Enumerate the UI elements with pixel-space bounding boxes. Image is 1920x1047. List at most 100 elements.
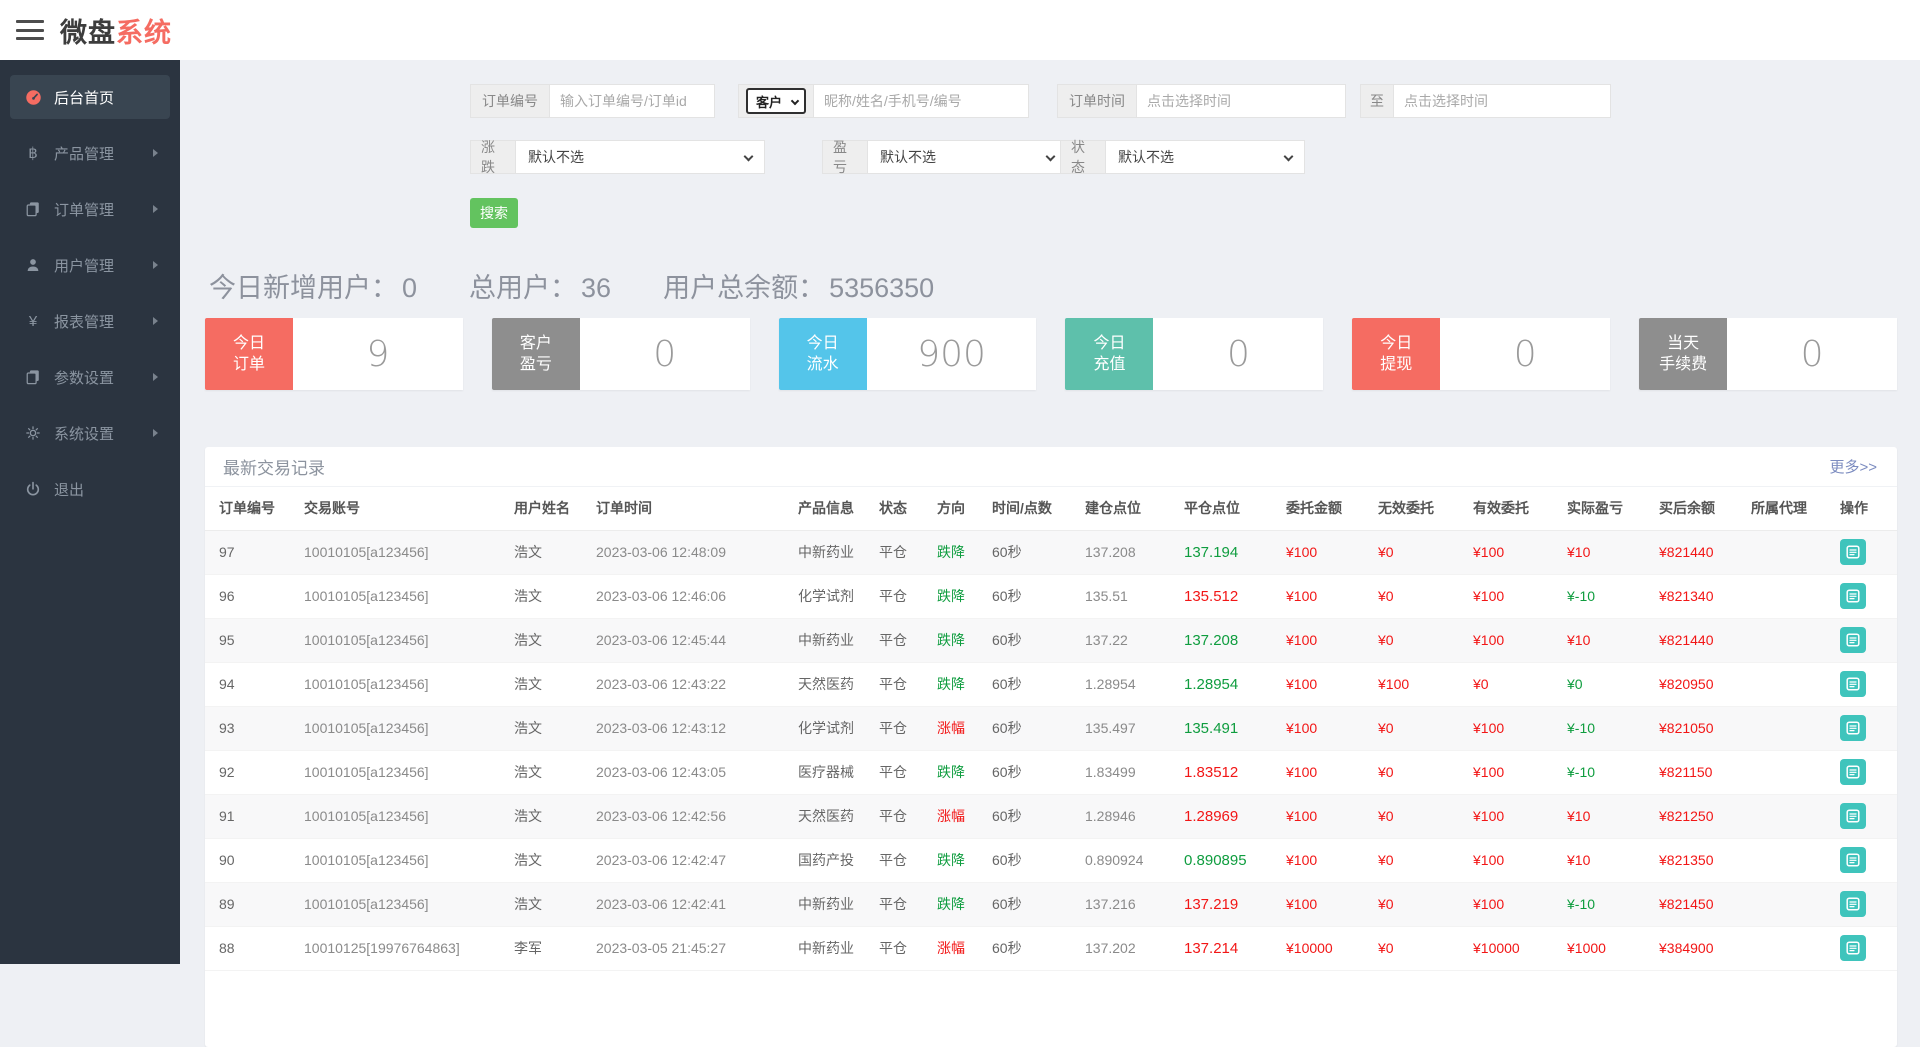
sidebar-item-label: 产品管理 (54, 143, 114, 164)
cell-order-no: 94 (205, 662, 304, 706)
cell-valid-entrust: ¥100 (1473, 838, 1567, 882)
chevron-right-icon (153, 317, 158, 325)
cell-entrust-amount: ¥100 (1286, 750, 1378, 794)
customer-input[interactable] (813, 84, 1029, 118)
customer-type-select[interactable]: 客户 (746, 88, 806, 114)
cell-order-time: 2023-03-05 21:45:27 (596, 926, 798, 970)
updown-select[interactable]: 默认不选 (515, 140, 765, 174)
more-link[interactable]: 更多>> (1829, 456, 1877, 477)
row-detail-button[interactable] (1840, 539, 1866, 565)
row-detail-button[interactable] (1840, 847, 1866, 873)
cell-valid-entrust: ¥100 (1473, 794, 1567, 838)
col-header: 买后余额 (1659, 487, 1751, 530)
cell-valid-entrust: ¥100 (1473, 530, 1567, 574)
card-today-deposit: 今日充值 0 (1065, 318, 1323, 390)
cell-invalid-entrust: ¥0 (1378, 882, 1473, 926)
sidebar-item-logout[interactable]: 退出 (10, 467, 170, 511)
cell-account: 10010105[a123456] (304, 750, 514, 794)
cell-duration: 60秒 (992, 926, 1085, 970)
cell-valid-entrust: ¥100 (1473, 750, 1567, 794)
table-row: 95 10010105[a123456] 浩文 2023-03-06 12:45… (205, 618, 1897, 662)
cell-entrust-amount: ¥100 (1286, 662, 1378, 706)
cell-duration: 60秒 (992, 882, 1085, 926)
cell-agent (1751, 618, 1840, 662)
row-detail-button[interactable] (1840, 715, 1866, 741)
cell-order-no: 97 (205, 530, 304, 574)
cell-actions (1840, 662, 1897, 706)
sidebar-item-label: 报表管理 (54, 311, 114, 332)
row-detail-button[interactable] (1840, 803, 1866, 829)
cell-order-no: 95 (205, 618, 304, 662)
status-select[interactable]: 默认不选 (1105, 140, 1305, 174)
cell-account: 10010105[a123456] (304, 882, 514, 926)
cell-order-time: 2023-03-06 12:42:56 (596, 794, 798, 838)
cell-actions (1840, 926, 1897, 970)
user-icon (22, 257, 44, 273)
sidebar-item-reports[interactable]: ¥ 报表管理 (10, 299, 170, 343)
row-detail-button[interactable] (1840, 935, 1866, 961)
cell-product: 医疗器械 (798, 750, 879, 794)
cell-actual-pl: ¥10 (1567, 618, 1659, 662)
row-detail-button[interactable] (1840, 583, 1866, 609)
cell-status: 平仓 (879, 530, 937, 574)
detail-list-icon (1846, 853, 1860, 867)
cell-close-point: 1.28954 (1184, 662, 1286, 706)
sidebar-item-label: 参数设置 (54, 367, 114, 388)
col-header: 订单编号 (205, 487, 304, 530)
cell-invalid-entrust: ¥0 (1378, 530, 1473, 574)
cell-direction: 涨幅 (937, 926, 992, 970)
cell-status: 平仓 (879, 574, 937, 618)
row-detail-button[interactable] (1840, 671, 1866, 697)
cell-username: 浩文 (514, 882, 596, 926)
cell-agent (1751, 838, 1840, 882)
cell-actions (1840, 574, 1897, 618)
time-to-input[interactable] (1393, 84, 1611, 118)
cell-balance-after: ¥821150 (1659, 750, 1751, 794)
sidebar-item-users[interactable]: 用户管理 (10, 243, 170, 287)
row-detail-button[interactable] (1840, 759, 1866, 785)
col-header: 时间/点数 (992, 487, 1085, 530)
chevron-down-icon (791, 97, 799, 105)
sidebar-item-settings[interactable]: 系统设置 (10, 411, 170, 455)
cell-entrust-amount: ¥100 (1286, 794, 1378, 838)
detail-list-icon (1846, 765, 1860, 779)
cell-order-no: 96 (205, 574, 304, 618)
cell-entrust-amount: ¥100 (1286, 574, 1378, 618)
sidebar-item-products[interactable]: ฿ 产品管理 (10, 131, 170, 175)
chevron-down-icon (744, 152, 754, 162)
sidebar-item-params[interactable]: 参数设置 (10, 355, 170, 399)
sidebar-item-orders[interactable]: 订单管理 (10, 187, 170, 231)
cell-valid-entrust: ¥100 (1473, 706, 1567, 750)
card-today-flow: 今日流水 900 (779, 318, 1037, 390)
hamburger-icon[interactable] (16, 20, 44, 40)
sidebar: 后台首页 ฿ 产品管理 订单管理 用户管理 ¥ 报表管理 参数设置 系统设置 (0, 60, 180, 964)
yen-icon: ¥ (22, 313, 44, 330)
cell-open-point: 135.51 (1085, 574, 1184, 618)
cell-open-point: 135.497 (1085, 706, 1184, 750)
profit-select[interactable]: 默认不选 (867, 140, 1067, 174)
col-header: 方向 (937, 487, 992, 530)
search-button[interactable]: 搜索 (470, 198, 518, 228)
row-detail-button[interactable] (1840, 891, 1866, 917)
chevron-down-icon (1284, 152, 1294, 162)
cell-close-point: 137.208 (1184, 618, 1286, 662)
row-detail-button[interactable] (1840, 627, 1866, 653)
cell-order-time: 2023-03-06 12:43:05 (596, 750, 798, 794)
cell-entrust-amount: ¥100 (1286, 618, 1378, 662)
time-from-input[interactable] (1136, 84, 1346, 118)
sidebar-item-home[interactable]: 后台首页 (10, 75, 170, 119)
card-today-fees: 当天手续费 0 (1639, 318, 1897, 390)
cell-close-point: 1.83512 (1184, 750, 1286, 794)
cell-username: 浩文 (514, 750, 596, 794)
order-no-input[interactable] (549, 84, 715, 118)
profit-label: 盈亏 (822, 140, 868, 174)
cell-actions (1840, 706, 1897, 750)
order-no-label: 订单编号 (470, 84, 550, 118)
cell-product: 国药产投 (798, 838, 879, 882)
cell-actions (1840, 530, 1897, 574)
cell-entrust-amount: ¥100 (1286, 882, 1378, 926)
detail-list-icon (1846, 897, 1860, 911)
cell-invalid-entrust: ¥0 (1378, 926, 1473, 970)
cell-invalid-entrust: ¥100 (1378, 662, 1473, 706)
cell-entrust-amount: ¥100 (1286, 530, 1378, 574)
